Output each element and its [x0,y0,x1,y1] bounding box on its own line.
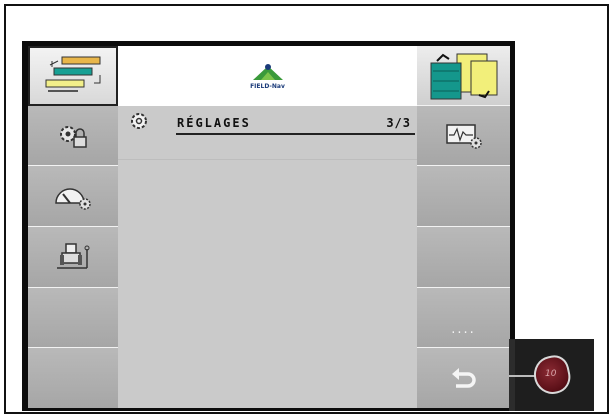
back-arrow-icon [451,368,476,388]
settings-title-row: RÉGLAGES 3/3 [118,106,417,136]
layers-icon [45,56,101,92]
content-divider [118,159,417,160]
tractor-icon [57,243,90,269]
header-bar: FIELD-Nav [118,46,417,106]
left-softkey-column [28,46,118,408]
more-options-button[interactable]: .... [417,288,510,348]
page-indicator: 3/3 [386,116,411,130]
settings-title: RÉGLAGES [177,116,251,130]
logo-text: FIELD-Nav [250,83,285,90]
security-settings-button[interactable] [28,106,118,166]
swap-views-icon [430,53,497,99]
remote-wire [509,375,536,377]
right-softkey-empty-2[interactable] [417,227,510,288]
left-softkey-empty-2[interactable] [28,348,118,408]
left-softkey-empty-1[interactable] [28,288,118,348]
terminal-screen: FIELD-Nav RÉGLAGES 3/3 .... [28,46,510,408]
remote-control-photo: 10 [509,339,594,411]
speed-settings-button[interactable] [28,166,118,227]
settings-content: RÉGLAGES 3/3 [118,106,417,408]
monitor-gear-icon [445,123,482,149]
layer-switch-button[interactable] [28,46,118,106]
title-underline [176,133,415,135]
right-softkey-column: .... [417,46,510,408]
field-nav-logo-icon [252,64,283,80]
remote-button-label: 10 [545,369,557,379]
right-softkey-empty-1[interactable] [417,166,510,227]
diagnostics-settings-button[interactable] [417,106,510,166]
gear-lock-icon [60,125,87,148]
back-button[interactable] [417,348,510,408]
swap-layers-button[interactable] [417,46,510,106]
tractor-settings-button[interactable] [28,227,118,288]
speedometer-gear-icon [55,188,91,210]
more-dots: .... [451,322,476,337]
gear-icon [131,113,147,129]
